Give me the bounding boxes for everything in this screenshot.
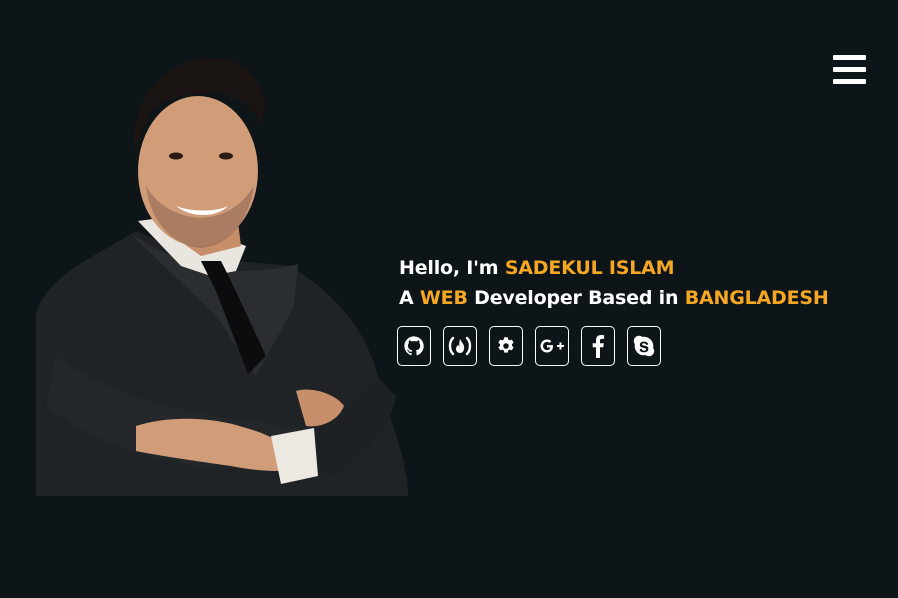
skype-icon	[633, 335, 655, 357]
intro-text: Hello, I'm SADEKUL ISLAM A WEB Developer…	[399, 253, 879, 313]
location: BANGLADESH	[684, 287, 829, 309]
google-plus-link[interactable]	[535, 326, 569, 366]
social-links	[397, 326, 661, 370]
freecodecamp-link[interactable]	[443, 326, 477, 366]
freecodecamp-icon	[448, 336, 472, 356]
gear-icon	[498, 337, 514, 353]
tagline-middle: Developer Based in	[467, 287, 685, 309]
github-link[interactable]	[397, 326, 431, 366]
tagline-prefix: A	[399, 287, 420, 309]
developer-name: SADEKUL ISLAM	[504, 257, 675, 279]
gear-link[interactable]	[489, 326, 523, 366]
tagline-line: A WEB Developer Based in BANGLADESH	[399, 283, 879, 313]
facebook-icon	[592, 335, 605, 358]
greeting-line: Hello, I'm SADEKUL ISLAM	[399, 253, 879, 283]
github-icon	[404, 336, 424, 356]
greeting-prefix: Hello, I'm	[399, 257, 505, 279]
skype-link[interactable]	[627, 326, 661, 366]
facebook-link[interactable]	[581, 326, 615, 366]
google-plus-icon	[540, 339, 564, 353]
page: Hello, I'm SADEKUL ISLAM A WEB Developer…	[0, 0, 898, 598]
portrait-image	[36, 57, 408, 496]
hamburger-menu-icon[interactable]	[833, 55, 866, 85]
tagline-highlight: WEB	[419, 287, 468, 309]
